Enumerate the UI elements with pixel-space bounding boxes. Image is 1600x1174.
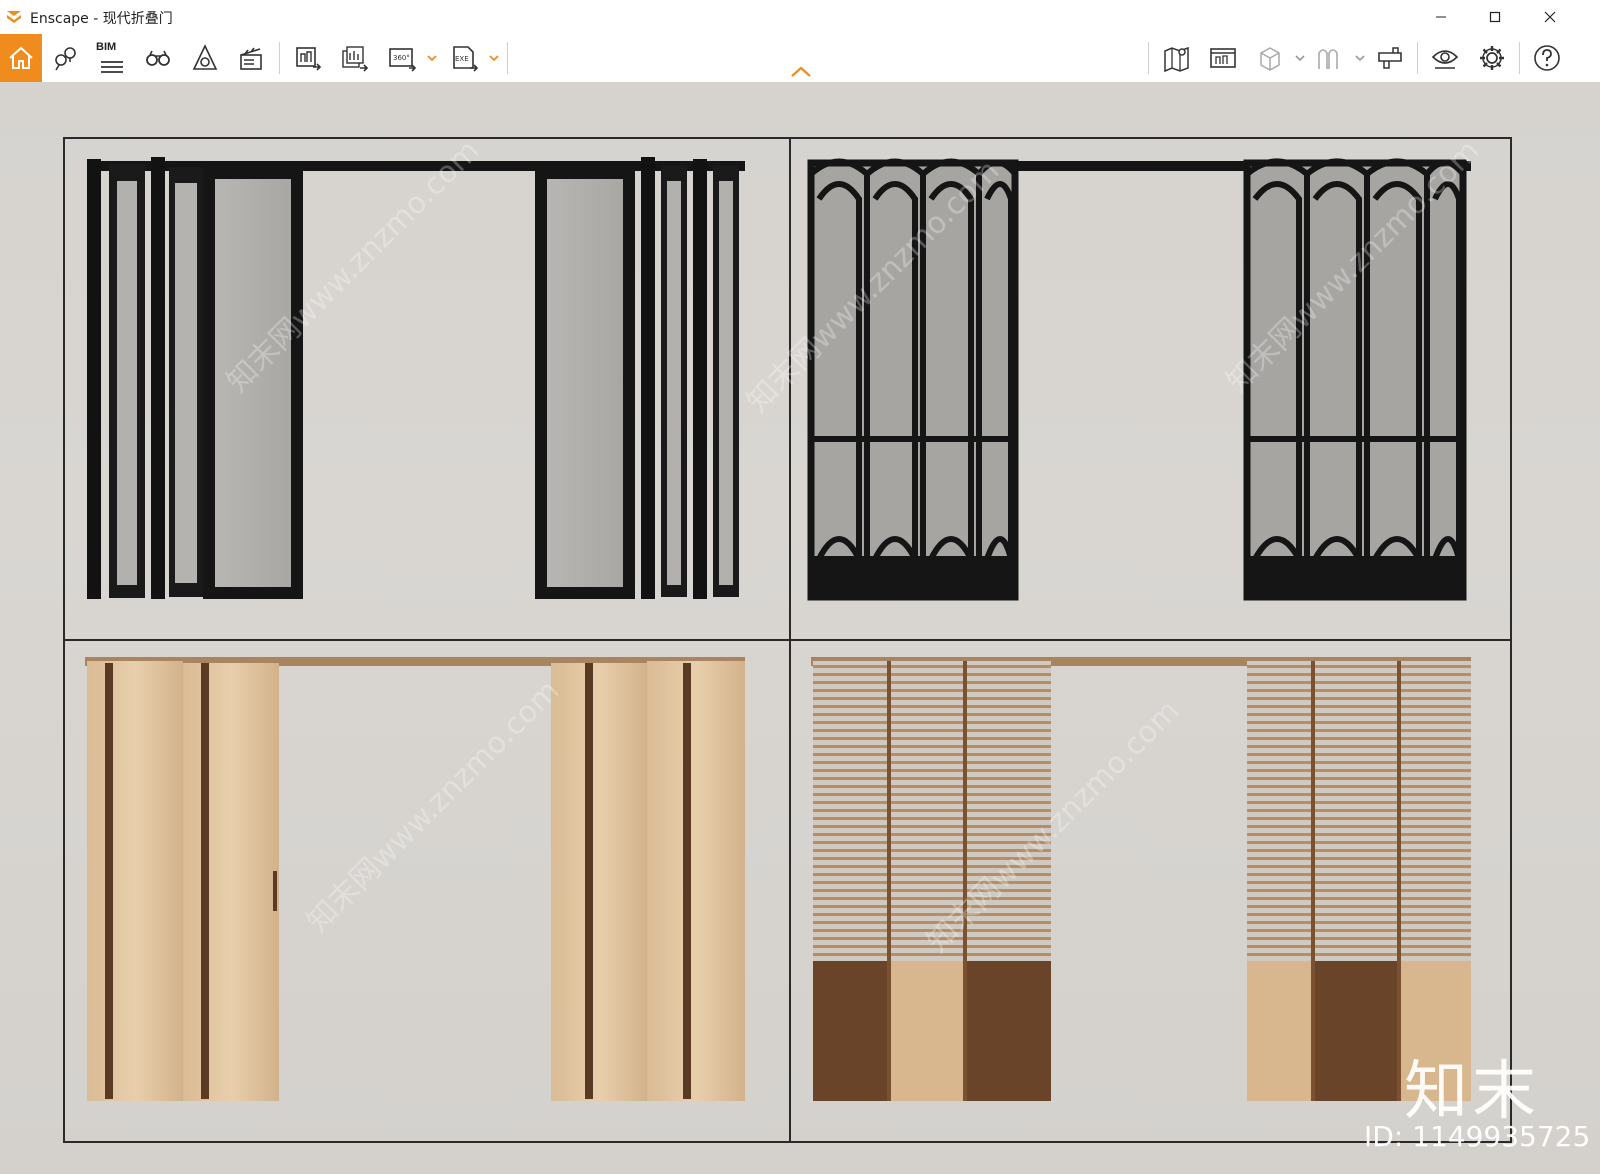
section-icon — [1318, 49, 1338, 69]
batch-render-button[interactable] — [335, 38, 375, 78]
export-label: EXE — [455, 55, 469, 63]
toolbar-separator — [279, 42, 280, 74]
chevron-down-icon — [427, 55, 437, 62]
visual-settings-icon — [1431, 50, 1459, 69]
chevron-down-icon — [1355, 55, 1365, 62]
toolbar-collapse-button[interactable] — [788, 64, 814, 80]
export-button[interactable]: EXE — [444, 38, 484, 78]
video-editor-button[interactable] — [231, 38, 271, 78]
chevron-up-icon — [791, 66, 811, 77]
gear-icon — [1480, 46, 1504, 70]
settings-button[interactable] — [1472, 38, 1512, 78]
bim-button[interactable]: BIM — [92, 38, 132, 78]
layout-divider-horizontal — [63, 639, 1512, 641]
toolbar-separator — [507, 42, 508, 74]
maximize-button[interactable] — [1472, 0, 1518, 34]
views-button[interactable] — [46, 38, 86, 78]
panorama-label: 360° — [393, 54, 410, 62]
home-icon — [9, 46, 33, 69]
cube-dropdown-button[interactable] — [1294, 52, 1306, 64]
chevron-down-icon — [1295, 55, 1305, 62]
home-button[interactable] — [0, 34, 42, 82]
help-button[interactable] — [1527, 38, 1567, 78]
asset-library-icon — [1210, 48, 1236, 68]
visual-settings-button[interactable] — [1425, 38, 1465, 78]
cube-button[interactable] — [1250, 38, 1290, 78]
render-viewport[interactable]: 知末网www.znzmo.com 知末网www.znzmo.com 知末网www… — [0, 82, 1600, 1174]
screenshot-button[interactable] — [288, 38, 328, 78]
window-title: Enscape - 现代折叠门 — [30, 11, 173, 27]
asset-library-button[interactable] — [1203, 38, 1243, 78]
panorama-dropdown-button[interactable] — [426, 52, 438, 64]
toolbar-separator — [1519, 42, 1520, 74]
export-exe-icon: EXE — [453, 46, 479, 72]
toolbar-separator — [1148, 42, 1149, 74]
title-bar: Enscape - 现代折叠门 — [0, 0, 1600, 34]
material-editor-button[interactable] — [185, 38, 225, 78]
batch-render-icon — [342, 46, 369, 72]
render-image-icon — [296, 47, 322, 71]
clapperboard-icon — [240, 47, 262, 70]
minimize-button[interactable] — [1418, 0, 1464, 34]
chevron-down-icon — [489, 55, 499, 62]
visual-settings-binoculars-button[interactable] — [138, 38, 178, 78]
close-button[interactable] — [1527, 0, 1573, 34]
collaboration-button[interactable] — [1370, 38, 1410, 78]
map-button[interactable] — [1157, 38, 1197, 78]
watermark-logo: 知末 — [1404, 1055, 1540, 1129]
bim-label: BIM — [96, 41, 117, 53]
section-dropdown-button[interactable] — [1354, 52, 1366, 64]
watermark-id: ID: 1149935725 — [1364, 1120, 1591, 1153]
collaboration-icon — [1378, 47, 1402, 69]
close-icon — [1544, 11, 1556, 23]
map-view-icon — [1164, 46, 1189, 73]
location-pins-icon — [55, 47, 76, 71]
material-editor-icon — [192, 44, 218, 70]
cube-icon — [1260, 47, 1280, 71]
help-icon — [1534, 45, 1560, 71]
enscape-logo-icon — [7, 11, 21, 23]
section-button[interactable] — [1310, 38, 1350, 78]
toolbar-separator — [1417, 42, 1418, 74]
minimize-icon — [1436, 16, 1446, 18]
panorama-button[interactable]: 360° — [382, 38, 422, 78]
export-dropdown-button[interactable] — [488, 52, 500, 64]
binoculars-icon — [146, 50, 170, 66]
panorama-360-icon: 360° — [389, 48, 417, 72]
maximize-icon — [1489, 11, 1501, 23]
